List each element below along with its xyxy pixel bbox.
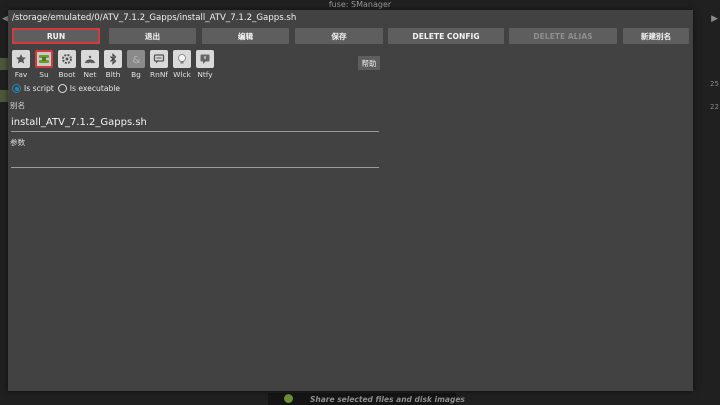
root-icon: [35, 50, 53, 68]
flag-rnnf[interactable]: RnNf: [149, 50, 169, 79]
flag-fav[interactable]: Fav: [11, 50, 31, 79]
flag-label: Bg: [131, 70, 141, 79]
run-button[interactable]: RUN: [12, 28, 100, 44]
radio-checked-icon: [12, 84, 21, 93]
gear-icon: [58, 50, 76, 68]
flag-label: Ntfy: [197, 70, 213, 79]
args-input[interactable]: [11, 152, 379, 166]
is-script-label: Is script: [24, 84, 54, 93]
background-icon: &: [127, 50, 145, 68]
network-icon: [81, 50, 99, 68]
edit-button[interactable]: 编辑: [202, 28, 289, 44]
flag-label: Net: [83, 70, 97, 79]
notification-icon: [150, 50, 168, 68]
flag-label: Su: [39, 70, 49, 79]
background-thumbnail: [0, 90, 8, 102]
flag-wlck[interactable]: Wlck: [172, 50, 192, 79]
flag-net[interactable]: Net: [80, 50, 100, 79]
window-title: fuse: SManager: [328, 0, 392, 9]
action-button-row: RUN 退出 编辑 保存 DELETE CONFIG DELETE ALIAS …: [12, 28, 690, 44]
flag-ntfy[interactable]: Ntfy: [195, 50, 215, 79]
new-alias-button[interactable]: 新建别名: [623, 28, 689, 44]
side-number: 22: [710, 103, 719, 111]
alias-label: 别名: [10, 101, 26, 110]
bluetooth-icon: [104, 50, 122, 68]
background-thumbnail: [0, 58, 8, 70]
android-icon: [284, 394, 293, 403]
flag-label: Blth: [105, 70, 121, 79]
exit-button[interactable]: 退出: [109, 28, 196, 44]
mode-radio-group: Is script Is executable: [12, 84, 120, 93]
radio-unchecked-icon: [57, 84, 67, 93]
flag-blth[interactable]: Blth: [103, 50, 123, 79]
side-number: 25: [710, 80, 719, 88]
is-executable-label: Is executable: [69, 84, 121, 93]
args-label: 参数: [10, 138, 26, 147]
flag-label: Boot: [58, 70, 76, 79]
args-underline: [11, 167, 379, 168]
delete-alias-button[interactable]: DELETE ALIAS: [509, 28, 617, 44]
help-button[interactable]: 帮助: [358, 56, 380, 70]
script-config-dialog: /storage/emulated/0/ATV_7.1.2_Gapps/inst…: [8, 10, 693, 391]
flag-su[interactable]: Su: [34, 50, 54, 79]
svg-text:&: &: [133, 55, 141, 65]
flag-boot[interactable]: Boot: [57, 50, 77, 79]
bottom-hint: Share selected files and disk images: [310, 395, 465, 404]
alias-input[interactable]: install_ATV_7.1.2_Gapps.sh: [11, 117, 147, 128]
flag-label: Wlck: [173, 70, 191, 79]
alias-underline: [11, 131, 379, 132]
flag-label: RnNf: [150, 70, 168, 79]
delete-config-button[interactable]: DELETE CONFIG: [388, 28, 504, 44]
save-button[interactable]: 保存: [295, 28, 383, 44]
is-script-radio[interactable]: Is script: [12, 84, 54, 93]
file-path: /storage/emulated/0/ATV_7.1.2_Gapps/inst…: [12, 13, 297, 23]
flag-label: Fav: [14, 70, 28, 79]
flag-bg[interactable]: & Bg: [126, 50, 146, 79]
wakelock-icon: [173, 50, 191, 68]
forward-arrow-icon: ▶: [711, 14, 718, 24]
is-executable-radio[interactable]: Is executable: [57, 84, 121, 93]
notify-icon: [196, 50, 214, 68]
star-icon: [12, 50, 30, 68]
